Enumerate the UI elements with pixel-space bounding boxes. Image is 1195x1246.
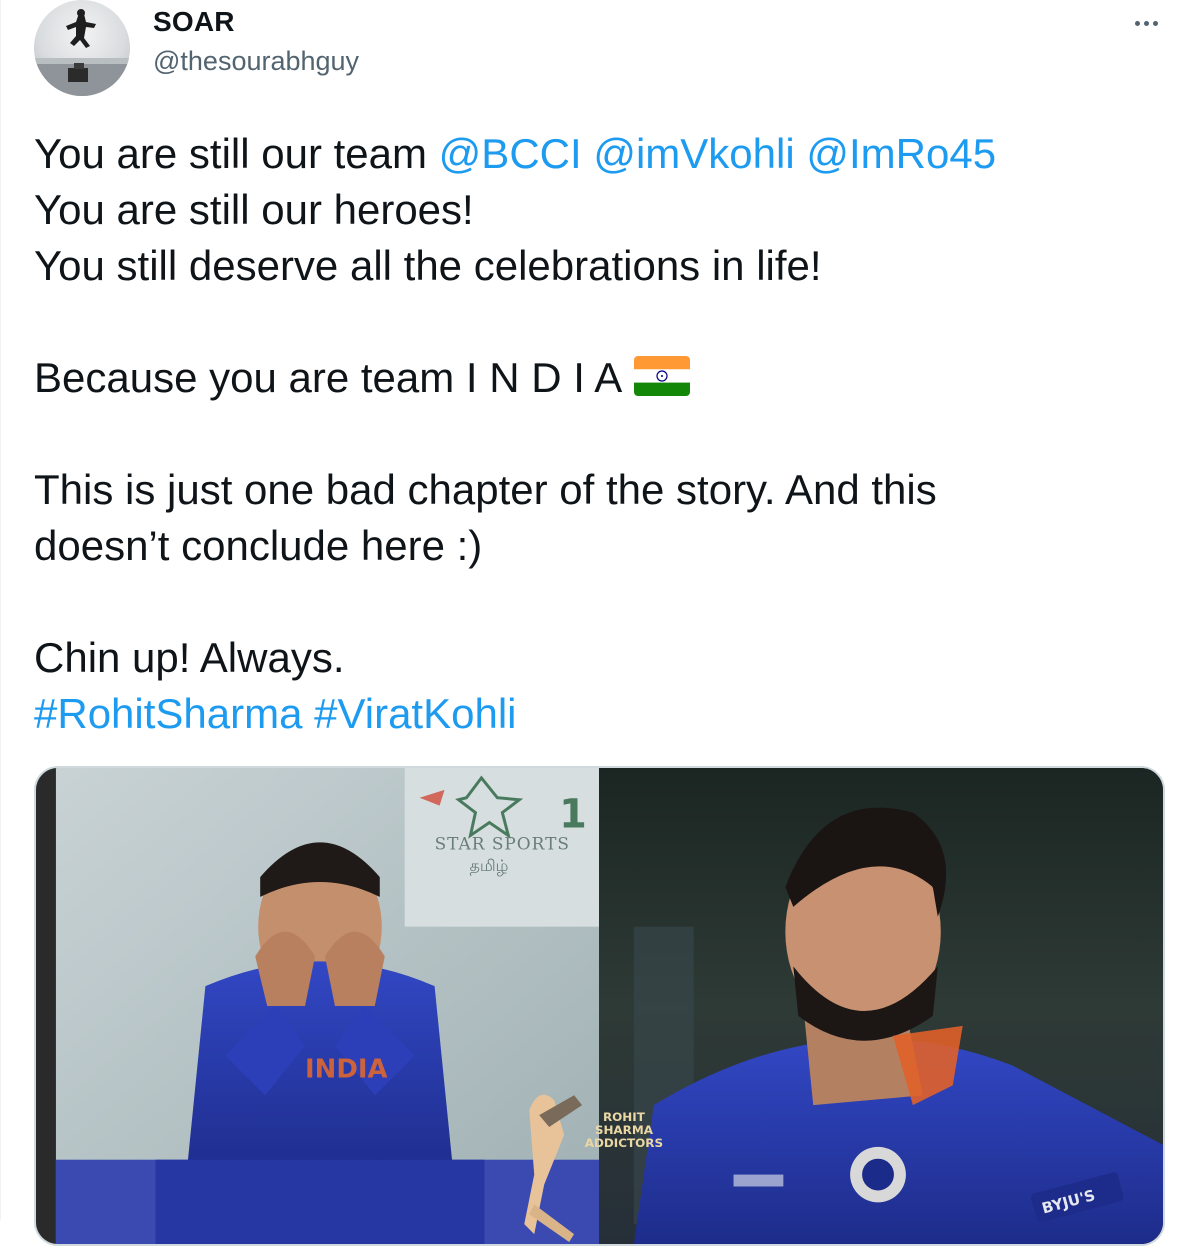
media-photo: INDIA 1 STAR SPORTS தமிழ் BYJU'S ROHIT S… bbox=[36, 768, 1163, 1244]
india-flag-icon bbox=[634, 356, 691, 396]
more-horizontal-icon-dot bbox=[1152, 20, 1158, 26]
watermark-line-2: SHARMA bbox=[595, 1123, 654, 1137]
more-horizontal-icon bbox=[1134, 20, 1140, 26]
channel-logo-text: STAR SPORTS bbox=[435, 833, 570, 853]
tweet-line-1: You are still our team @BCCI @imVkohli @… bbox=[34, 126, 1154, 182]
tweet-line-5: This is just one bad chapter of the stor… bbox=[34, 466, 937, 513]
tweet-line-7: Chin up! Always. bbox=[34, 634, 345, 681]
tweet-card: SOAR @thesourabhguy You are still our te… bbox=[0, 0, 1195, 1246]
author-handle[interactable]: @thesourabhguy bbox=[153, 46, 359, 77]
tweet-media-image[interactable]: INDIA 1 STAR SPORTS தமிழ் BYJU'S ROHIT S… bbox=[34, 766, 1165, 1246]
author-avatar[interactable] bbox=[34, 0, 130, 96]
author-display-name[interactable]: SOAR bbox=[153, 6, 235, 38]
tweet-line-6: doesn’t conclude here :) bbox=[34, 522, 483, 569]
jersey-text: INDIA bbox=[305, 1054, 387, 1084]
tweet-text: You are still our team @BCCI @imVkohli @… bbox=[34, 126, 1154, 742]
tweet-text-segment: You are still our team bbox=[34, 130, 439, 177]
tweet-line-2: You are still our heroes! bbox=[34, 186, 474, 233]
tweet-text-segment: Because you are team I N D I A bbox=[34, 354, 623, 401]
channel-logo-subtext: தமிழ் bbox=[469, 856, 508, 875]
tweet-line-3: You still deserve all the celebrations i… bbox=[34, 242, 822, 289]
watermark-line-1: ROHIT bbox=[603, 1110, 646, 1124]
mention-imvkohli[interactable]: @imVkohli bbox=[593, 130, 794, 177]
avatar-image bbox=[34, 9, 130, 96]
mention-imro45[interactable]: @ImRo45 bbox=[806, 130, 996, 177]
hashtag-viratkohli[interactable]: #ViratKohli bbox=[314, 690, 516, 737]
more-options-button[interactable] bbox=[1125, 8, 1167, 38]
tweet-hashtags: #RohitSharma #ViratKohli bbox=[34, 686, 1154, 742]
tweet-line-4: Because you are team I N D I A bbox=[34, 350, 1154, 406]
channel-number: 1 bbox=[559, 792, 587, 838]
more-horizontal-icon-dot bbox=[1143, 20, 1149, 26]
watermark-line-3: ADDICTORS bbox=[585, 1136, 663, 1150]
hashtag-rohitsharma[interactable]: #RohitSharma bbox=[34, 690, 302, 737]
mention-bcci[interactable]: @BCCI bbox=[439, 130, 582, 177]
